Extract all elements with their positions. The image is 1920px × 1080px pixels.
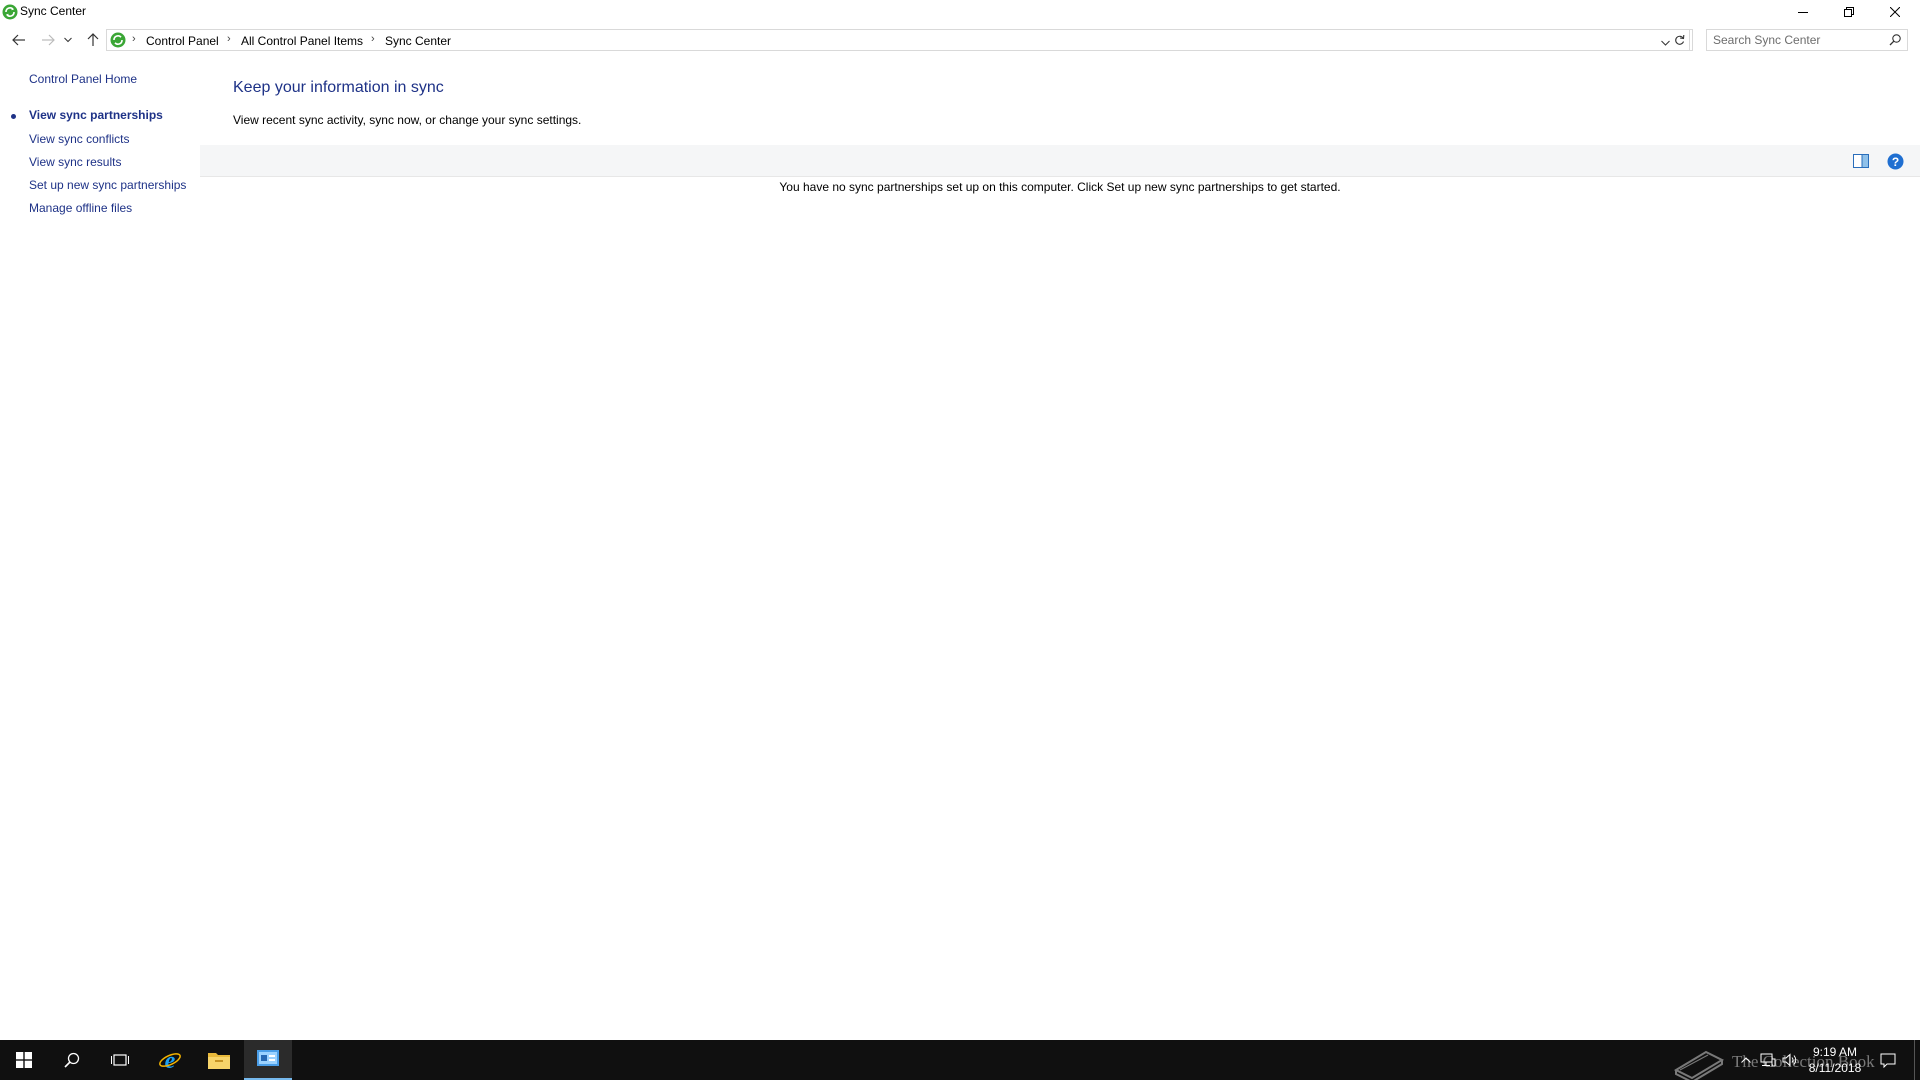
clock[interactable]: 9:19 AM 8/11/2018	[1800, 1044, 1870, 1076]
breadcrumb-all-items[interactable]: All Control Panel Items	[241, 34, 363, 48]
view-sync-results-link[interactable]: View sync results	[29, 155, 121, 169]
search-icon[interactable]	[1889, 34, 1901, 49]
title-bar: Sync Center	[0, 0, 1920, 24]
search-box[interactable]	[1706, 29, 1908, 51]
details-pane-icon[interactable]	[1852, 153, 1870, 169]
internet-explorer-icon[interactable]: e	[146, 1040, 194, 1080]
sync-center-icon	[2, 4, 18, 20]
empty-state-message: You have no sync partnerships set up on …	[779, 180, 1341, 194]
clock-date: 8/11/2018	[1808, 1061, 1862, 1075]
breadcrumb-control-panel[interactable]: Control Panel	[146, 34, 219, 48]
show-desktop-button[interactable]	[1914, 1040, 1920, 1080]
up-button[interactable]	[82, 30, 104, 50]
breadcrumb-separator-icon[interactable]: ›	[371, 33, 375, 45]
close-button[interactable]	[1872, 0, 1918, 24]
page-description: View recent sync activity, sync now, or …	[233, 113, 582, 127]
restore-button[interactable]	[1826, 0, 1872, 24]
file-explorer-icon[interactable]	[195, 1040, 243, 1080]
breadcrumb-separator-icon[interactable]: ›	[132, 33, 136, 45]
clock-time: 9:19 AM	[1812, 1045, 1858, 1059]
window-title: Sync Center	[20, 4, 87, 18]
show-hidden-icons-chevron-icon[interactable]	[1736, 1040, 1756, 1080]
breadcrumb-separator-icon[interactable]: ›	[227, 33, 231, 45]
active-bullet-icon	[11, 114, 16, 119]
book-logo-icon	[1673, 1050, 1725, 1080]
action-center-icon[interactable]	[1876, 1040, 1900, 1080]
svg-text:e: e	[165, 1048, 176, 1072]
recent-locations-chevron-icon[interactable]	[61, 30, 75, 50]
minimize-button[interactable]	[1780, 0, 1826, 24]
navigation-bar: › Control Panel › All Control Panel Item…	[0, 26, 1920, 54]
breadcrumb-sync-center[interactable]: Sync Center	[385, 34, 451, 48]
task-view-icon[interactable]	[96, 1040, 144, 1080]
start-icon[interactable]	[0, 1040, 48, 1080]
refresh-button[interactable]	[1670, 29, 1690, 51]
page-title: Keep your information in sync	[233, 79, 444, 96]
sync-center-location-icon	[110, 32, 126, 48]
manage-offline-files-link[interactable]: Manage offline files	[29, 201, 132, 215]
address-history-chevron-icon[interactable]	[1661, 35, 1670, 49]
svg-text:?: ?	[1891, 155, 1898, 169]
set-up-new-sync-partnerships-link[interactable]: Set up new sync partnerships	[29, 178, 186, 192]
address-bar[interactable]: › Control Panel › All Control Panel Item…	[106, 29, 1693, 51]
search-input[interactable]	[1713, 32, 1883, 48]
forward-button[interactable]	[37, 30, 59, 50]
view-sync-partnerships-link[interactable]: View sync partnerships	[29, 108, 163, 122]
view-sync-conflicts-link[interactable]: View sync conflicts	[29, 132, 129, 146]
taskbar: e The Collection Book 9:19 AM 8/11/2018	[0, 1040, 1920, 1080]
command-bar: ?	[200, 145, 1920, 177]
help-icon[interactable]: ?	[1886, 153, 1904, 169]
volume-icon[interactable]	[1780, 1040, 1800, 1080]
back-button[interactable]	[8, 30, 30, 50]
control-panel-home-link[interactable]: Control Panel Home	[29, 72, 137, 86]
control-panel-icon[interactable]	[244, 1040, 292, 1080]
network-icon[interactable]	[1758, 1040, 1778, 1080]
search-icon[interactable]	[48, 1040, 96, 1080]
